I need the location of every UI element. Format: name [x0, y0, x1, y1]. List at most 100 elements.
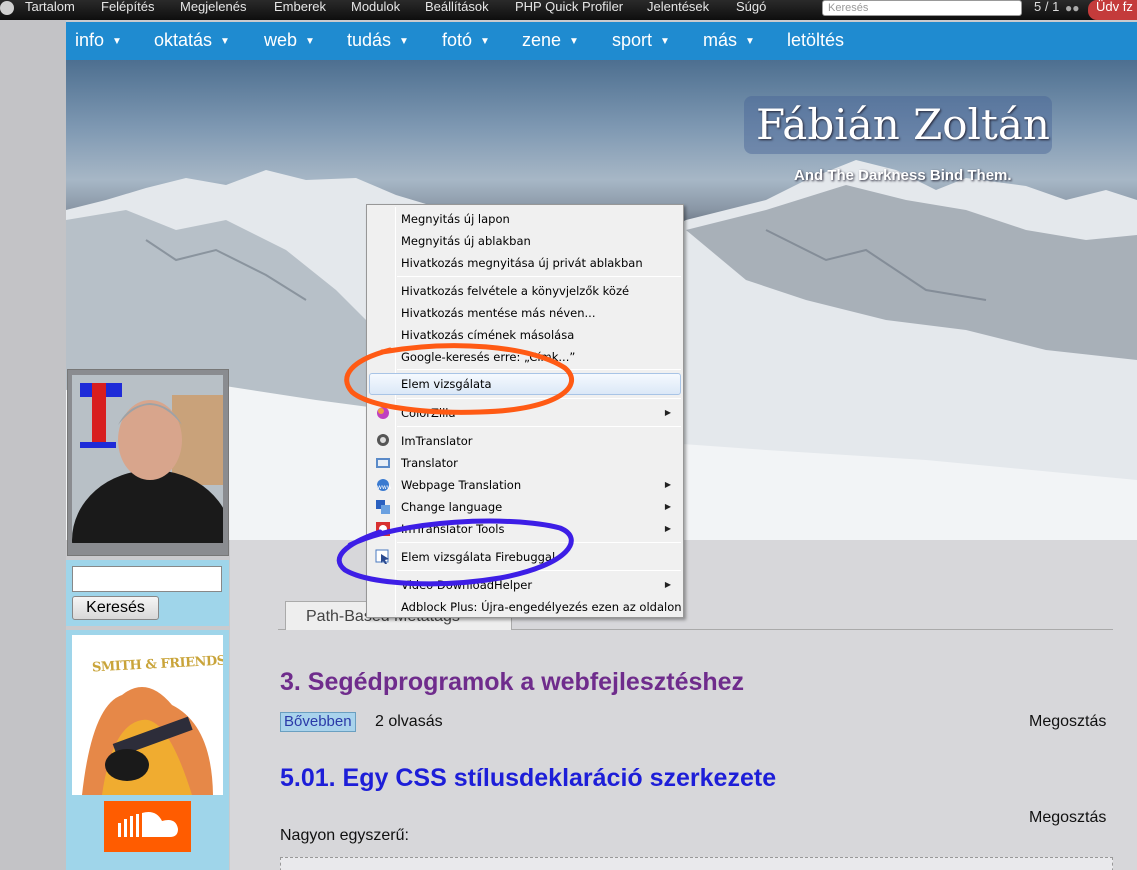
nav-item-letoltes[interactable]: letöltés	[787, 30, 844, 51]
main-nav: info ▼ oktatás ▼ web ▼ tudás ▼ fotó ▼ zene ▼ s…	[66, 22, 1137, 60]
admin-search-input[interactable]: Keresés	[822, 0, 1022, 16]
chevron-down-icon: ▼	[220, 36, 230, 47]
nav-item-label: sport	[612, 30, 653, 50]
users-icon: ●●	[1065, 1, 1080, 15]
menu-item-label: Elem vizsgálata	[401, 377, 492, 391]
globe-icon: www	[377, 479, 391, 491]
admin-menu-beallitasok[interactable]: Beállítások	[425, 0, 489, 14]
menu-separator	[397, 369, 681, 370]
site-slogan: And The Darkness Bind Them.	[794, 167, 1012, 184]
nav-item-label: info	[75, 30, 105, 50]
nav-item-info[interactable]: info ▼	[75, 30, 122, 51]
menu-item-translator[interactable]: Translator	[369, 452, 681, 474]
sidebar-search-input[interactable]	[72, 566, 222, 592]
share-link[interactable]: Megosztás	[1029, 713, 1106, 731]
post-title[interactable]: 5.01. Egy CSS stílusdeklaráció szerkezet…	[280, 764, 776, 793]
submenu-arrow-icon: ▶	[664, 524, 671, 533]
nav-item-label: web	[264, 30, 298, 50]
sidebar-search-block: Keresés	[66, 560, 229, 626]
browser-viewport: { "admin_bar": { "items": ["Tartalom", "…	[0, 0, 1137, 870]
site-title[interactable]: Fábián Zoltán	[756, 100, 1050, 149]
menu-item-change-language[interactable]: Change language ▶	[369, 496, 681, 518]
menu-item-inspect-element[interactable]: Elem vizsgálata	[369, 373, 681, 395]
nav-item-foto[interactable]: fotó ▼	[442, 30, 490, 51]
menu-separator	[397, 542, 681, 543]
menu-item-colorzilla[interactable]: ColorZilla ▶	[369, 402, 681, 424]
nav-item-sport[interactable]: sport ▼	[612, 30, 670, 51]
admin-menu-tartalom[interactable]: Tartalom	[25, 0, 75, 14]
admin-toolbar: Tartalom Felépítés Megjelenés Emberek Mo…	[0, 0, 1137, 20]
code-block	[280, 857, 1113, 870]
menu-item-webpage-translation[interactable]: www Webpage Translation ▶	[369, 474, 681, 496]
drupal-icon[interactable]	[0, 1, 14, 15]
admin-menu-felepites[interactable]: Felépítés	[101, 0, 154, 14]
menu-item-open-new-window[interactable]: Megnyitás új ablakban	[369, 230, 681, 252]
chevron-down-icon: ▼	[745, 36, 755, 47]
svg-text:www: www	[377, 484, 391, 491]
soundcloud-icon[interactable]	[104, 801, 191, 852]
sidebar-promo-block: SMITH & FRIENDS	[66, 630, 229, 870]
avatar[interactable]	[72, 375, 223, 543]
chevron-down-icon: ▼	[660, 36, 670, 47]
menu-item-label: Translator	[401, 456, 458, 470]
menu-item-video-downloadhelper[interactable]: Video DownloadHelper ▶	[369, 574, 681, 596]
speech-bubble-icon	[377, 434, 389, 446]
admin-menu-sugo[interactable]: Súgó	[736, 0, 766, 14]
colorzilla-icon	[377, 407, 389, 419]
read-count: 2 olvasás	[375, 713, 443, 730]
submenu-arrow-icon: ▶	[664, 408, 671, 417]
chevron-down-icon: ▼	[112, 36, 122, 47]
nav-item-web[interactable]: web ▼	[264, 30, 315, 51]
chevron-down-icon: ▼	[569, 36, 579, 47]
admin-menu-modulok[interactable]: Modulok	[351, 0, 400, 14]
submenu-arrow-icon: ▶	[664, 580, 671, 589]
menu-item-open-private-window[interactable]: Hivatkozás megnyitása új privát ablakban	[369, 252, 681, 274]
menu-item-copy-link[interactable]: Hivatkozás címének másolása	[369, 324, 681, 346]
page-left-margin	[0, 20, 66, 870]
admin-menu-emberek[interactable]: Emberek	[274, 0, 326, 14]
menu-item-label: Change language	[401, 500, 503, 514]
menu-item-save-link-as[interactable]: Hivatkozás mentése más néven...	[369, 302, 681, 324]
menu-item-imtranslator[interactable]: ImTranslator	[369, 430, 681, 452]
nav-item-mas[interactable]: más ▼	[703, 30, 755, 51]
submenu-arrow-icon: ▶	[664, 480, 671, 489]
admin-menu-jelentesek[interactable]: Jelentések	[647, 0, 709, 14]
post-title[interactable]: 3. Segédprogramok a webfejlesztéshez	[280, 668, 744, 697]
user-counter: 5 / 1	[1034, 0, 1060, 14]
menu-item-open-new-tab[interactable]: Megnyitás új lapon	[369, 208, 681, 230]
read-more-button[interactable]: Bővebben	[280, 712, 356, 732]
smith-friends-banner[interactable]: SMITH & FRIENDS	[72, 635, 223, 795]
menu-item-google-search[interactable]: Google-keresés erre: „Címk...”	[369, 346, 681, 368]
sidebar-search-button[interactable]: Keresés	[72, 596, 159, 620]
admin-menu-php-quick-profiler[interactable]: PHP Quick Profiler	[515, 0, 623, 14]
menu-item-label: Webpage Translation	[401, 478, 522, 492]
menu-separator	[397, 426, 681, 427]
nav-item-oktatas[interactable]: oktatás ▼	[154, 30, 230, 51]
menu-item-label: Video DownloadHelper	[401, 578, 533, 592]
menu-separator	[397, 276, 681, 277]
menu-item-imtranslator-tools[interactable]: ImTranslator Tools ▶	[369, 518, 681, 540]
menu-item-label: ImTranslator Tools	[401, 522, 505, 536]
share-link[interactable]: Megosztás	[1029, 809, 1106, 827]
context-menu: Megnyitás új lapon Megnyitás új ablakban…	[366, 204, 684, 618]
menu-item-bookmark-link[interactable]: Hivatkozás felvétele a könyvjelzők közé	[369, 280, 681, 302]
user-greeting[interactable]: Üdv fz	[1088, 0, 1137, 20]
tools-icon	[376, 522, 390, 536]
nav-item-tudas[interactable]: tudás ▼	[347, 30, 409, 51]
chevron-down-icon: ▼	[305, 36, 315, 47]
nav-item-label: letöltés	[787, 30, 845, 50]
menu-separator	[397, 570, 681, 571]
nav-item-label: fotó	[442, 30, 473, 50]
nav-item-label: más	[703, 30, 738, 50]
chevron-down-icon: ▼	[480, 36, 490, 47]
chevron-down-icon: ▼	[399, 36, 409, 47]
translator-icon	[376, 458, 390, 468]
language-icon	[376, 500, 390, 514]
nav-item-zene[interactable]: zene ▼	[522, 30, 579, 51]
menu-item-inspect-firebug[interactable]: Elem vizsgálata Firebuggal	[369, 546, 681, 568]
admin-menu-megjelenes[interactable]: Megjelenés	[180, 0, 247, 14]
menu-item-adblock-plus[interactable]: Adblock Plus: Újra-engedélyezés ezen az …	[369, 596, 682, 618]
menu-item-label: ColorZilla	[401, 406, 456, 420]
nav-item-label: zene	[522, 30, 562, 50]
menu-separator	[397, 398, 681, 399]
